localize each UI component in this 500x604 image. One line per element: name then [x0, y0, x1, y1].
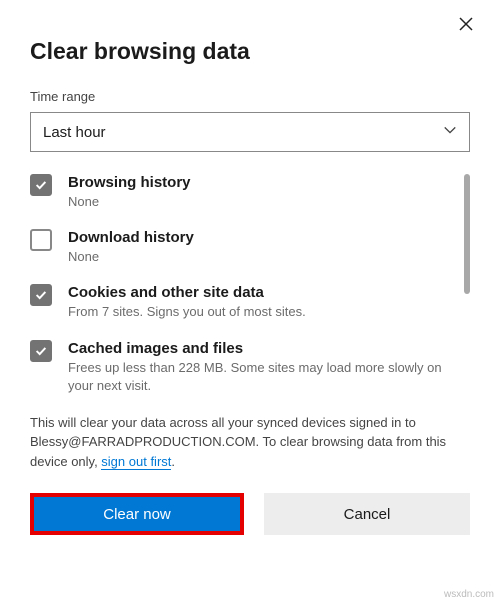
list-item: Cookies and other site data From 7 sites…: [30, 284, 464, 321]
checkbox-browsing-history[interactable]: [30, 174, 52, 196]
chevron-down-icon: [443, 123, 457, 141]
sync-note-pre: This will clear your data across all you…: [30, 415, 446, 469]
item-title: Cached images and files: [68, 340, 464, 357]
checkbox-cookies[interactable]: [30, 284, 52, 306]
list-item: Browsing history None: [30, 174, 464, 211]
scrollbar-thumb[interactable]: [464, 174, 470, 294]
time-range-select[interactable]: Last hour: [30, 112, 470, 152]
time-range-label: Time range: [30, 89, 470, 104]
close-icon: [458, 15, 474, 37]
sync-note-post: .: [171, 454, 175, 469]
item-title: Cookies and other site data: [68, 284, 306, 301]
clear-now-highlight: Clear now: [30, 493, 244, 535]
close-button[interactable]: [454, 12, 478, 40]
time-range-value: Last hour: [43, 124, 106, 141]
item-desc: None: [68, 193, 191, 211]
item-desc: Frees up less than 228 MB. Some sites ma…: [68, 359, 464, 395]
watermark: wsxdn.com: [444, 589, 494, 600]
action-buttons: Clear now Cancel: [30, 493, 470, 535]
clear-now-button[interactable]: Clear now: [34, 497, 240, 531]
checkbox-cache[interactable]: [30, 340, 52, 362]
item-desc: None: [68, 248, 194, 266]
item-title: Download history: [68, 229, 194, 246]
data-types-list: Browsing history None Download history N…: [30, 174, 470, 395]
list-item: Cached images and files Frees up less th…: [30, 340, 464, 395]
checkbox-download-history[interactable]: [30, 229, 52, 251]
list-item: Download history None: [30, 229, 464, 266]
item-title: Browsing history: [68, 174, 191, 191]
item-desc: From 7 sites. Signs you out of most site…: [68, 303, 306, 321]
sync-note: This will clear your data across all you…: [30, 413, 470, 472]
cancel-button[interactable]: Cancel: [264, 493, 470, 535]
dialog-title: Clear browsing data: [30, 38, 470, 65]
sign-out-link[interactable]: sign out first: [101, 454, 171, 470]
